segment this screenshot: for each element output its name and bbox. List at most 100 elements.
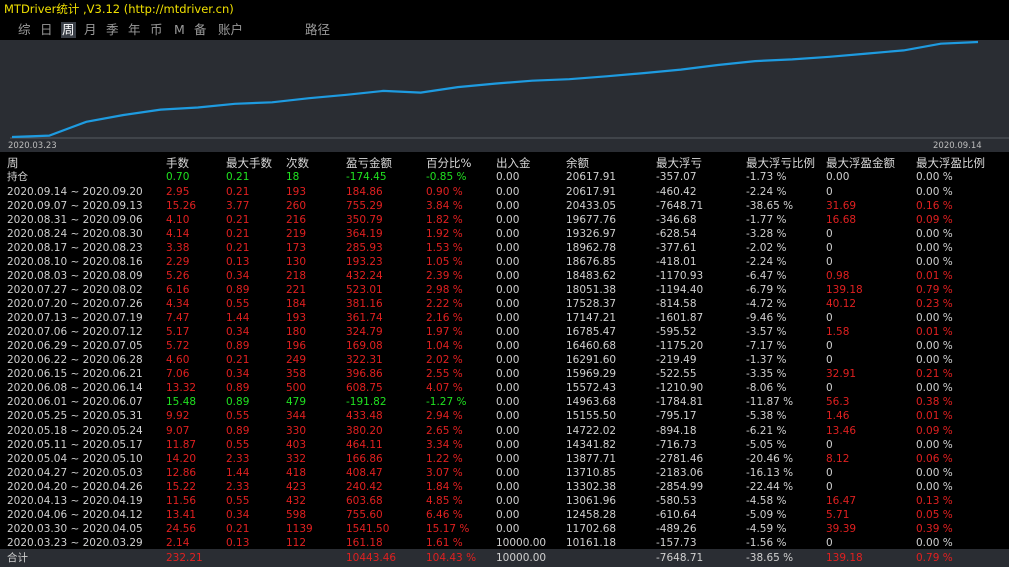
table-row-max-loss: -2781.46 bbox=[656, 452, 704, 465]
tab-backup[interactable]: 备 bbox=[193, 22, 208, 38]
table-header-row: 周 手数 最大手数 次数 盈亏金额 百分比% 出入金 余额 最大浮亏 最大浮亏比例 最大浮盈金额 最大… bbox=[0, 156, 1009, 170]
table-row-balance: 15969.29 bbox=[566, 368, 617, 381]
table-row: 2020.07.20 ~ 2020.07.26 4.34 0.55 184 381.16… bbox=[0, 297, 1009, 311]
table-row-max-loss-pct: -7.17 % bbox=[746, 340, 787, 353]
table-row-max-loss: -1170.93 bbox=[656, 270, 704, 283]
table-row-lots: 24.56 bbox=[166, 522, 197, 535]
table-row-count: 358 bbox=[286, 368, 307, 381]
table-row-count: 418 bbox=[286, 466, 307, 479]
table-row-max-loss: -1210.90 bbox=[656, 382, 704, 395]
table-row-lots: 15.22 bbox=[166, 480, 197, 493]
tab-week[interactable]: 周 bbox=[61, 22, 76, 38]
table-row-max-gain-pct: 0.13 % bbox=[916, 494, 953, 507]
table-row-max-gain: 8.12 bbox=[826, 452, 850, 465]
header-count: 次数 bbox=[286, 156, 309, 170]
table-row-pct: 3.07 % bbox=[426, 466, 463, 479]
table-row-max-gain: 0 bbox=[826, 312, 833, 325]
chart-x-start-label: 2020.03.23 bbox=[8, 141, 57, 151]
table-row-max-gain-pct: 0.00 % bbox=[916, 312, 953, 325]
table-row-max-lots: 0.89 bbox=[226, 424, 250, 437]
table-row-io: 0.00 bbox=[496, 298, 520, 311]
table-row-max-loss: -522.55 bbox=[656, 368, 697, 381]
header-lots: 手数 bbox=[166, 156, 189, 170]
table-row-week: 2020.04.20 ~ 2020.04.26 bbox=[7, 480, 143, 493]
table-row-max-gain-pct: 0.00 % bbox=[916, 228, 953, 241]
table-row-lots: 7.06 bbox=[166, 368, 190, 381]
tab-day[interactable]: 日 bbox=[39, 22, 54, 38]
balance-chart bbox=[0, 40, 1009, 152]
table-row-pnl: 350.79 bbox=[346, 214, 383, 227]
table-row-max-loss-pct: -9.46 % bbox=[746, 312, 787, 325]
table-row-max-loss: -894.18 bbox=[656, 424, 697, 437]
table-row-balance: 18483.62 bbox=[566, 270, 617, 283]
total-row-week: 合计 bbox=[7, 552, 28, 564]
tab-year[interactable]: 年 bbox=[127, 22, 142, 38]
table-row-pnl: 381.16 bbox=[346, 298, 383, 311]
table-row-io: 0.00 bbox=[496, 508, 520, 521]
table-row-balance: 16460.68 bbox=[566, 340, 617, 353]
table-row-max-lots: 0.34 bbox=[226, 270, 250, 283]
table-row-max-loss-pct: -16.13 % bbox=[746, 466, 794, 479]
table-row-pct: 2.55 % bbox=[426, 368, 463, 381]
tab-path[interactable]: 路径 bbox=[304, 22, 331, 38]
table-row-max-gain: 0 bbox=[826, 466, 833, 479]
table-row-max-loss: -814.58 bbox=[656, 298, 697, 311]
table-row-pct: 4.85 % bbox=[426, 494, 463, 507]
table-row-pct: 1.82 % bbox=[426, 214, 463, 227]
tab-quarter[interactable]: 季 bbox=[105, 22, 120, 38]
table-row-io: 0.00 bbox=[496, 410, 520, 423]
table-row-count: 180 bbox=[286, 326, 307, 339]
table-row-pnl: 161.18 bbox=[346, 536, 383, 549]
table-row-io: 0.00 bbox=[496, 186, 520, 198]
table-row-count: 219 bbox=[286, 228, 307, 241]
table-row-io: 0.00 bbox=[496, 438, 520, 451]
table-row-max-lots: 0.89 bbox=[226, 382, 250, 395]
tab-account[interactable]: 账户 bbox=[217, 22, 244, 38]
table-row-max-lots: 0.55 bbox=[226, 494, 250, 507]
table-row: 2020.05.18 ~ 2020.05.24 9.07 0.89 330 380.20… bbox=[0, 424, 1009, 438]
table-row-io: 0.00 bbox=[496, 228, 520, 241]
total-row-io: 10000.00 bbox=[496, 552, 547, 564]
table-row-io: 0.00 bbox=[496, 340, 520, 353]
table-row-max-lots: 0.89 bbox=[226, 396, 250, 409]
tab-overview[interactable]: 综 bbox=[17, 22, 32, 38]
table-row-max-gain: 1.46 bbox=[826, 410, 850, 423]
header-max-gain-pct: 最大浮盈比例 bbox=[916, 156, 985, 170]
table-row-max-gain: 0 bbox=[826, 536, 833, 549]
table-row-max-gain: 1.58 bbox=[826, 326, 850, 339]
table-row-max-gain: 16.47 bbox=[826, 494, 857, 507]
table-row-pct: 0.90 % bbox=[426, 186, 463, 198]
table-row-io: 0.00 bbox=[496, 200, 520, 213]
tab-currency[interactable]: 币 bbox=[149, 22, 164, 38]
table-row-max-loss: -628.54 bbox=[656, 228, 697, 241]
table-row-max-loss-pct: -11.87 % bbox=[746, 396, 794, 409]
table-row-max-loss-pct: -4.72 % bbox=[746, 298, 787, 311]
table-row-max-loss: -418.01 bbox=[656, 256, 697, 269]
table-row-pnl: 432.24 bbox=[346, 270, 383, 283]
table-row-week: 2020.07.27 ~ 2020.08.02 bbox=[7, 284, 143, 297]
table-row: 2020.07.06 ~ 2020.07.12 5.17 0.34 180 324.79… bbox=[0, 325, 1009, 339]
table-row-week: 2020.06.01 ~ 2020.06.07 bbox=[7, 396, 143, 409]
header-pnl: 盈亏金额 bbox=[346, 156, 392, 170]
table-row-pct: 3.84 % bbox=[426, 200, 463, 213]
table-row-pnl: 603.68 bbox=[346, 494, 383, 507]
table-row-max-loss: -795.17 bbox=[656, 410, 697, 423]
tab-m[interactable]: M bbox=[173, 22, 186, 38]
table-row-lots: 15.48 bbox=[166, 396, 197, 409]
table-row-lots: 2.29 bbox=[166, 256, 190, 269]
table-row-week: 2020.09.14 ~ 2020.09.20 bbox=[7, 186, 143, 198]
table-row-week: 2020.08.10 ~ 2020.08.16 bbox=[7, 256, 143, 269]
table-row-max-loss: -2854.99 bbox=[656, 480, 704, 493]
table-row-count: 332 bbox=[286, 452, 307, 465]
table-row-io: 0.00 bbox=[496, 284, 520, 297]
table-row-lots: 5.17 bbox=[166, 326, 190, 339]
table-row-count: 598 bbox=[286, 508, 307, 521]
table-row-lots: 12.86 bbox=[166, 466, 197, 479]
balance-line bbox=[11, 40, 979, 139]
table-row-count: 423 bbox=[286, 480, 307, 493]
table-row-lots: 13.32 bbox=[166, 382, 197, 395]
table-row-max-gain: 39.39 bbox=[826, 522, 857, 535]
tab-month[interactable]: 月 bbox=[83, 22, 98, 38]
table-row-max-gain: 0 bbox=[826, 354, 833, 367]
table-row-max-loss-pct: -1.77 % bbox=[746, 214, 787, 227]
